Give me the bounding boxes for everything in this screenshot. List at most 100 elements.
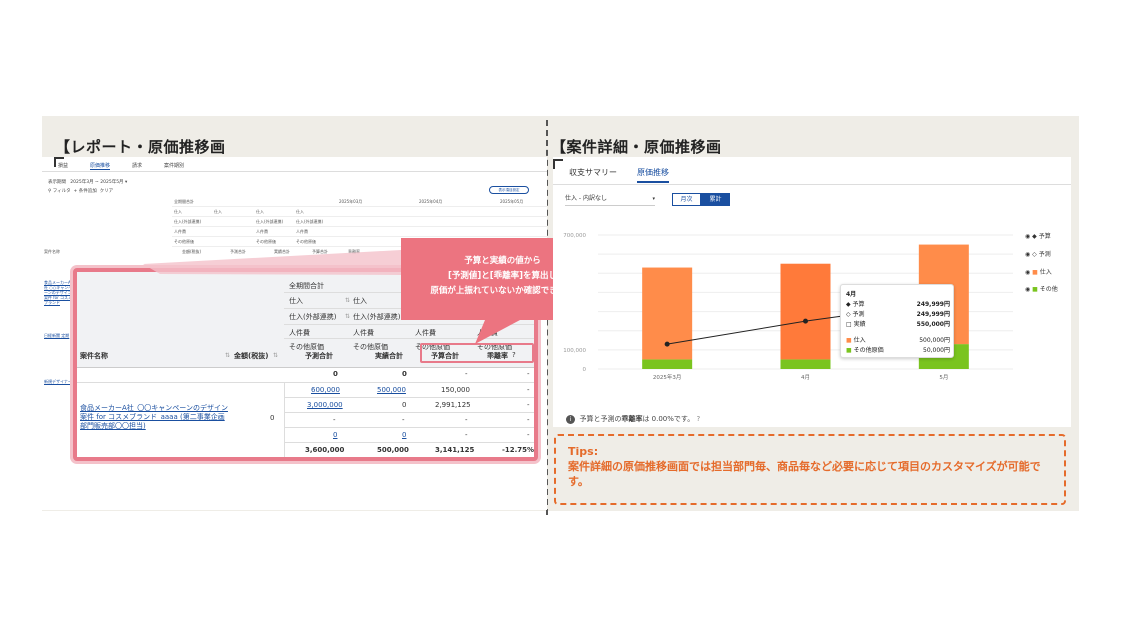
tooltip-row: ■ その他原価 50,000円 bbox=[846, 347, 950, 354]
row-label: 仕入(外部連携) bbox=[296, 219, 324, 224]
grid-line bbox=[284, 412, 534, 413]
case-link-small[interactable]: 新規デザイナー bbox=[44, 379, 72, 385]
grid-line bbox=[284, 397, 534, 398]
budget-total: 3,141,125 bbox=[435, 446, 475, 454]
tooltip-month: 4月 bbox=[846, 291, 857, 298]
legend-label: 仕入 bbox=[1039, 269, 1052, 276]
x-tick-label: 2025年3月 bbox=[653, 373, 682, 381]
amount-cell: 0 bbox=[270, 414, 275, 422]
forecast-total: 3,600,000 bbox=[305, 446, 345, 454]
legend-label: 予測 bbox=[1038, 251, 1051, 258]
info-text: 予算と予測の bbox=[579, 415, 622, 423]
grid-line bbox=[77, 367, 534, 368]
forecast-cell: - bbox=[333, 416, 336, 424]
col-header-small: 乖離率 bbox=[348, 249, 360, 254]
cost-row-label: 仕入(外部連携) bbox=[289, 313, 337, 321]
actual-cell[interactable]: 0 bbox=[402, 431, 406, 439]
clear-link[interactable]: クリア bbox=[100, 189, 114, 194]
column-settings-button[interactable]: 表示項目設定 bbox=[489, 186, 529, 194]
tab-profit[interactable]: 損益 bbox=[58, 162, 68, 170]
info-bold: 乖離率 bbox=[621, 415, 643, 423]
row-label: 仕入 bbox=[256, 209, 264, 214]
forecast-cell[interactable]: 0 bbox=[333, 431, 337, 439]
forecast-cell[interactable]: 600,000 bbox=[311, 386, 340, 394]
bar-segment bbox=[780, 359, 831, 369]
tips-text: 案件詳細の原価推移画面では担当部門毎、商品毎など必要に応じて項目のカスタマイズが… bbox=[568, 460, 1041, 488]
row-label: 仕入 bbox=[214, 209, 222, 214]
case-detail-screenshot: 収支サマリー 原価推移 仕入 - 内訳なし ▾ 月次 累計 700,000 100… bbox=[553, 157, 1071, 427]
case-link-small[interactable]: 食品メーカーA社 ○○キャンペーンのデザイン案件 for コスメブランド bbox=[44, 280, 74, 305]
budget-cell: 150,000 bbox=[441, 386, 470, 394]
case-name-link[interactable]: 食品メーカーA社_〇〇キャンペーンのデザイン案件 for コスメブランド_aaa… bbox=[80, 404, 230, 431]
eye-icon[interactable]: ◉ bbox=[1025, 233, 1030, 240]
add-filter-link[interactable]: 条件追加 bbox=[79, 189, 97, 194]
grid-line bbox=[284, 338, 534, 339]
rate-cell: - bbox=[527, 416, 530, 424]
actual-cell: - bbox=[402, 416, 405, 424]
grid-line bbox=[172, 236, 547, 237]
info-icon: i bbox=[566, 415, 575, 424]
legend-forecast[interactable]: ◉ ◇ 予測 bbox=[1025, 249, 1051, 258]
tab-billing[interactable]: 請求 bbox=[132, 162, 142, 170]
legend-budget[interactable]: ◉ ◆ 予算 bbox=[1025, 231, 1051, 240]
col-header-small: 実績合計 bbox=[274, 249, 290, 254]
cost-trend-chart: 700,000 100,000 0 2025年3月 4月 5月 bbox=[563, 233, 1013, 381]
tips-box: Tips: 案件詳細の原価推移画面では担当部門毎、商品毎など必要に応じて項目のカ… bbox=[554, 434, 1066, 505]
row-label: その他原価 bbox=[256, 239, 276, 244]
y-tick-label: 100,000 bbox=[563, 348, 586, 354]
filter-label: フィルタ bbox=[52, 189, 71, 194]
help-icon[interactable]: ? bbox=[696, 415, 700, 423]
sort-icon[interactable]: ⇅ bbox=[345, 312, 350, 320]
row-label: 仕入(外部連携) bbox=[256, 219, 284, 224]
grid-line bbox=[284, 442, 534, 443]
case-link-small[interactable]: 日経新聞 定期 bbox=[44, 333, 69, 339]
eye-icon[interactable]: ◉ bbox=[1025, 269, 1030, 276]
x-tick-label: 5月 bbox=[939, 374, 948, 381]
row-label: 人件費 bbox=[296, 229, 308, 234]
col-header-small: 予算合計 bbox=[312, 249, 328, 254]
rate-cell: - bbox=[527, 431, 530, 439]
sort-icon[interactable]: ⇅ bbox=[225, 351, 230, 359]
info-text: は 0.00%です。 bbox=[642, 415, 695, 423]
y-tick-label: 700,000 bbox=[563, 233, 586, 239]
zero-cell: - bbox=[465, 370, 468, 378]
bar-segment bbox=[642, 359, 693, 369]
eye-icon[interactable]: ◉ bbox=[1025, 251, 1030, 258]
grid-line bbox=[284, 324, 534, 325]
row-label: 仕入 bbox=[296, 209, 304, 214]
month-header: 2025年04月 bbox=[419, 199, 443, 204]
tab-case-period[interactable]: 案件期別 bbox=[164, 162, 184, 170]
month-header: 2025年03月 bbox=[339, 199, 363, 204]
row-label: その他原価 bbox=[174, 239, 194, 244]
grid-line bbox=[172, 226, 547, 227]
case-name-header-small: 案件名称 bbox=[44, 249, 60, 254]
tooltip-row: ◇ 予測 249,999円 bbox=[846, 311, 950, 318]
eye-icon[interactable]: ◉ bbox=[1025, 286, 1030, 293]
actual-cell[interactable]: 500,000 bbox=[377, 386, 406, 394]
sort-icon[interactable]: ⇅ bbox=[345, 296, 350, 304]
legend-purchase[interactable]: ◉ ■ 仕入 bbox=[1025, 267, 1052, 276]
sort-icon[interactable]: ⇅ bbox=[273, 351, 278, 359]
right-section-title: 【案件詳細・原価推移画 bbox=[551, 138, 722, 156]
y-tick-label: 0 bbox=[583, 367, 587, 373]
cost-row-label: 人件費 bbox=[353, 329, 374, 337]
legend-other[interactable]: ◉ ■ その他 bbox=[1025, 284, 1058, 293]
cost-row-label: 人件費 bbox=[477, 329, 498, 337]
grid-line bbox=[284, 427, 534, 428]
total-header: 全期間合計 bbox=[174, 199, 194, 204]
deviation-info: i 予算と予測の乖離率は 0.00%です。 ? bbox=[566, 414, 700, 424]
period-select[interactable]: 2025年3月 ~ 2025年5月 bbox=[70, 180, 123, 185]
budget-point bbox=[664, 341, 670, 347]
rate-cell: - bbox=[527, 401, 530, 409]
tab-cost-trend[interactable]: 原価推移 bbox=[90, 162, 111, 170]
row-label: 人件費 bbox=[256, 229, 268, 234]
forecast-cell[interactable]: 3,000,000 bbox=[307, 401, 343, 409]
cost-row-label: 人件費 bbox=[415, 329, 436, 337]
grid-line bbox=[172, 206, 547, 207]
forecast-total-header: 予測合計 bbox=[305, 352, 333, 360]
month-header: 2025年05月 bbox=[500, 199, 524, 204]
grid-line bbox=[172, 216, 547, 217]
period-row: 表示期間 2025年3月 ~ 2025年5月 ▾ bbox=[48, 180, 128, 185]
filter-icon: ⚲ bbox=[48, 189, 52, 194]
highlight-box bbox=[420, 343, 534, 363]
